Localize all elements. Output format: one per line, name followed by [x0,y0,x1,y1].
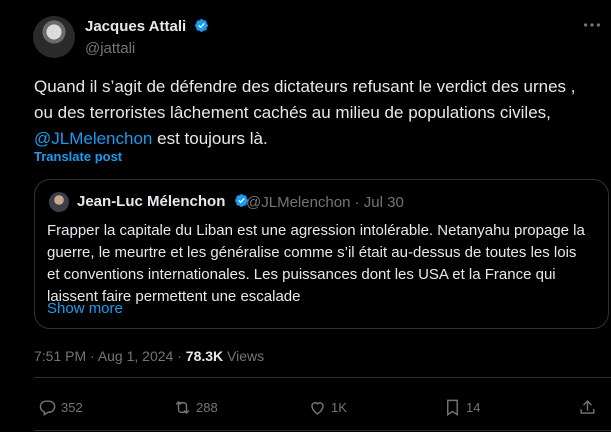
mention-link[interactable]: @JLMelenchon [34,129,152,148]
post-text: Quand il s’agit de défendre des dictateu… [34,74,594,152]
quoted-post-date: Jul 30 [363,194,404,211]
repost-button[interactable]: 288 [173,395,218,419]
like-count: 1K [331,399,347,415]
verified-badge-icon [195,19,209,32]
reply-button[interactable]: 352 [38,395,83,419]
quoted-post[interactable]: Jean-Luc Mélenchon @JLMelenchon · Jul 30… [34,179,609,329]
author-name[interactable]: Jacques Attali [85,18,186,35]
views-count: 78.3K [185,348,224,364]
post-time[interactable]: 7:51 PM [34,348,86,364]
reply-icon [39,399,56,416]
bookmark-count: 14 [466,399,481,415]
heart-icon [311,401,324,415]
reply-count: 352 [61,399,83,415]
quoted-author-name-row: Jean-Luc Mélenchon [77,193,249,210]
author-handle[interactable]: @jattali [85,40,135,57]
divider [34,377,611,378]
share-icon [580,399,595,414]
show-more-link[interactable]: Show more [47,300,123,317]
author-avatar[interactable] [33,16,75,58]
more-options-icon[interactable] [581,14,603,36]
divider [34,430,611,431]
post-metadata: 7:51 PM · Aug 1, 2024 · 78.3K Views [34,348,265,364]
quoted-author-avatar[interactable] [49,192,69,212]
quoted-post-text: Frapper la capitale du Liban est une agr… [47,222,585,305]
quoted-author-meta: @JLMelenchon · Jul 30 [246,194,404,211]
quoted-author-name: Jean-Luc Mélenchon [77,193,226,210]
like-button[interactable]: 1K [308,395,347,419]
views-label: Views [227,348,265,364]
translate-post-link[interactable]: Translate post [34,149,122,164]
post-text-part1: Quand il s’agit de défendre des dictateu… [34,77,576,122]
post-text-part2: est toujours là. [152,129,268,148]
post-date[interactable]: Aug 1, 2024 [98,348,174,364]
share-button[interactable] [578,395,597,419]
bookmark-button[interactable]: 14 [443,395,480,419]
bookmark-icon [447,399,458,416]
repost-count: 288 [196,399,218,415]
repost-icon [175,400,190,414]
author-name-row[interactable]: Jacques Attali [85,18,209,35]
quoted-author-handle: @JLMelenchon [246,194,351,211]
